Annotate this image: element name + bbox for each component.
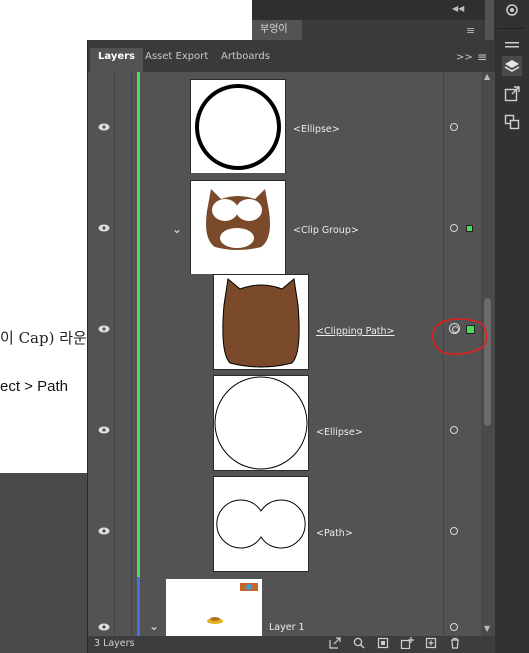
right-panel-strip <box>494 0 529 653</box>
tab-artboards[interactable]: Artboards <box>221 48 270 72</box>
layer-thumbnail <box>190 180 286 276</box>
layer-row[interactable]: <Clipping Path> <box>88 274 481 376</box>
layers-icon[interactable] <box>502 56 522 76</box>
panel-menu-icon[interactable]: ≡ <box>466 24 475 37</box>
collapse-icon[interactable]: ◀◀ <box>452 4 464 13</box>
layer-row[interactable]: <Ellipse> <box>88 375 481 477</box>
red-annotation-circle <box>431 318 488 355</box>
clip-mask-icon[interactable] <box>376 637 390 651</box>
layer-name[interactable]: <Ellipse> <box>316 427 363 438</box>
new-layer-icon[interactable] <box>424 637 438 651</box>
eye-icon[interactable] <box>98 527 110 535</box>
document-text-line: 이 Cap) 라운 <box>0 329 87 347</box>
artboard-icon[interactable] <box>502 112 522 132</box>
tab-owl[interactable]: 부엉이 <box>252 20 302 40</box>
chevron-down-icon[interactable]: ⌄ <box>149 620 159 632</box>
search-icon[interactable] <box>352 637 366 651</box>
layer-name[interactable]: <Ellipse> <box>293 124 340 135</box>
layer-row[interactable]: <Path> <box>88 476 481 578</box>
eye-icon[interactable] <box>98 224 110 232</box>
scroll-up-icon[interactable]: ▲ <box>484 72 490 81</box>
layer-name[interactable]: <Clip Group> <box>293 225 359 236</box>
target-circle-icon[interactable] <box>450 527 458 535</box>
target-circle-icon[interactable] <box>450 623 458 631</box>
grip-icon[interactable] <box>502 36 522 56</box>
layer-row[interactable]: ⌄ <Clip Group> <box>88 173 481 276</box>
tab-layers[interactable]: Layers <box>90 48 143 72</box>
chevron-down-icon[interactable]: ⌄ <box>172 223 182 235</box>
trash-icon[interactable] <box>448 637 462 651</box>
panel-tab-bar: Layers Asset Export Artboards >> ≡ <box>88 40 495 72</box>
layer-count: 3 Layers <box>94 638 135 649</box>
docked-panel-owl: ◀◀ 부엉이 ≡ <box>252 0 485 40</box>
canvas-pasteboard <box>0 473 90 653</box>
target-circle-icon[interactable] <box>450 224 458 232</box>
target-icon[interactable] <box>502 0 522 20</box>
target-circle-icon[interactable] <box>450 123 458 131</box>
panel-titlebar: ◀◀ <box>252 0 485 20</box>
eye-icon[interactable] <box>98 426 110 434</box>
eye-icon[interactable] <box>98 123 110 131</box>
layers-list: <Ellipse> ⌄ <Clip Group> <Clipping Path>… <box>88 72 481 636</box>
eye-icon[interactable] <box>98 623 110 631</box>
expand-icon[interactable]: >> <box>456 52 473 63</box>
target-circle-icon[interactable] <box>450 426 458 434</box>
new-sublayer-icon[interactable] <box>400 637 414 651</box>
layer-name[interactable]: <Path> <box>316 528 353 539</box>
export-icon[interactable] <box>328 637 342 651</box>
scroll-down-icon[interactable]: ▼ <box>484 624 490 633</box>
layer-thumbnail <box>213 274 309 370</box>
layer-name[interactable]: Layer 1 <box>269 622 305 633</box>
document-text-line: ect > Path <box>0 378 68 395</box>
panel-menu-icon[interactable]: ≡ <box>477 50 487 64</box>
layer-name[interactable]: <Clipping Path> <box>316 326 394 337</box>
layer-thumbnail <box>213 476 309 572</box>
layer-thumbnail <box>166 579 262 636</box>
eye-icon[interactable] <box>98 325 110 333</box>
layer-thumbnail <box>213 375 309 471</box>
layer-row[interactable]: ⌄ Layer 1 <box>88 577 481 636</box>
layer-row[interactable]: <Ellipse> <box>88 72 481 175</box>
layer-thumbnail <box>190 79 286 175</box>
tab-asset-export[interactable]: Asset Export <box>145 48 208 72</box>
export-panel-icon[interactable] <box>502 84 522 104</box>
selection-indicator[interactable] <box>466 225 473 232</box>
panel-footer: 3 Layers <box>88 636 495 653</box>
